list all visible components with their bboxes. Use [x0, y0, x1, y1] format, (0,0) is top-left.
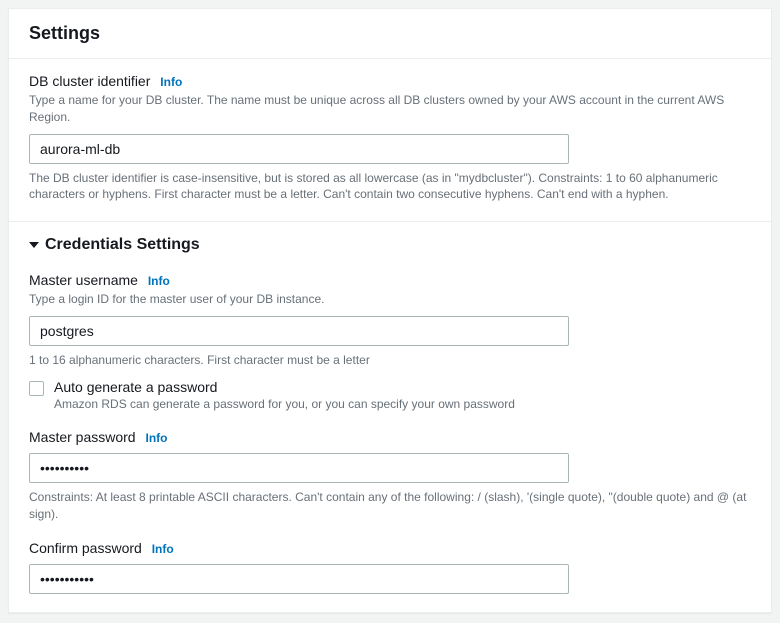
- confirm-password-input[interactable]: [29, 564, 569, 594]
- db-cluster-description: Type a name for your DB cluster. The nam…: [29, 92, 751, 126]
- page-title: Settings: [29, 23, 751, 44]
- master-username-label-row: Master username Info: [29, 272, 751, 288]
- card-header: Settings: [9, 9, 771, 59]
- settings-card: Settings DB cluster identifier Info Type…: [8, 8, 772, 613]
- confirm-password-label: Confirm password: [29, 540, 142, 556]
- auto-generate-description: Amazon RDS can generate a password for y…: [54, 397, 515, 411]
- db-cluster-label: DB cluster identifier: [29, 73, 150, 89]
- db-cluster-info-link[interactable]: Info: [160, 75, 182, 89]
- confirm-password-block: Confirm password Info: [29, 540, 751, 594]
- db-cluster-identifier-input[interactable]: [29, 134, 569, 164]
- master-username-description: Type a login ID for the master user of y…: [29, 291, 751, 308]
- confirm-password-info-link[interactable]: Info: [152, 542, 174, 556]
- master-password-constraint: Constraints: At least 8 printable ASCII …: [29, 489, 751, 523]
- credentials-expand-toggle[interactable]: Credentials Settings: [29, 236, 751, 254]
- master-username-input[interactable]: [29, 316, 569, 346]
- db-cluster-section: DB cluster identifier Info Type a name f…: [9, 59, 771, 221]
- db-cluster-constraint: The DB cluster identifier is case-insens…: [29, 170, 751, 204]
- db-cluster-label-row: DB cluster identifier Info: [29, 73, 751, 89]
- auto-generate-label: Auto generate a password: [54, 379, 515, 395]
- auto-generate-checkbox[interactable]: [29, 381, 44, 396]
- confirm-password-label-row: Confirm password Info: [29, 540, 751, 556]
- auto-generate-row: Auto generate a password Amazon RDS can …: [29, 379, 751, 411]
- master-password-label-row: Master password Info: [29, 429, 751, 445]
- credentials-section-title: Credentials Settings: [45, 236, 200, 254]
- master-password-input[interactable]: [29, 453, 569, 483]
- master-username-block: Master username Info Type a login ID for…: [29, 272, 751, 411]
- credentials-section: Credentials Settings Master username Inf…: [9, 221, 771, 612]
- master-username-constraint: 1 to 16 alphanumeric characters. First c…: [29, 352, 751, 369]
- master-password-label: Master password: [29, 429, 136, 445]
- caret-down-icon: [29, 242, 39, 248]
- master-username-label: Master username: [29, 272, 138, 288]
- master-username-info-link[interactable]: Info: [148, 274, 170, 288]
- master-password-block: Master password Info Constraints: At lea…: [29, 429, 751, 523]
- master-password-info-link[interactable]: Info: [145, 431, 167, 445]
- auto-generate-content: Auto generate a password Amazon RDS can …: [54, 379, 515, 411]
